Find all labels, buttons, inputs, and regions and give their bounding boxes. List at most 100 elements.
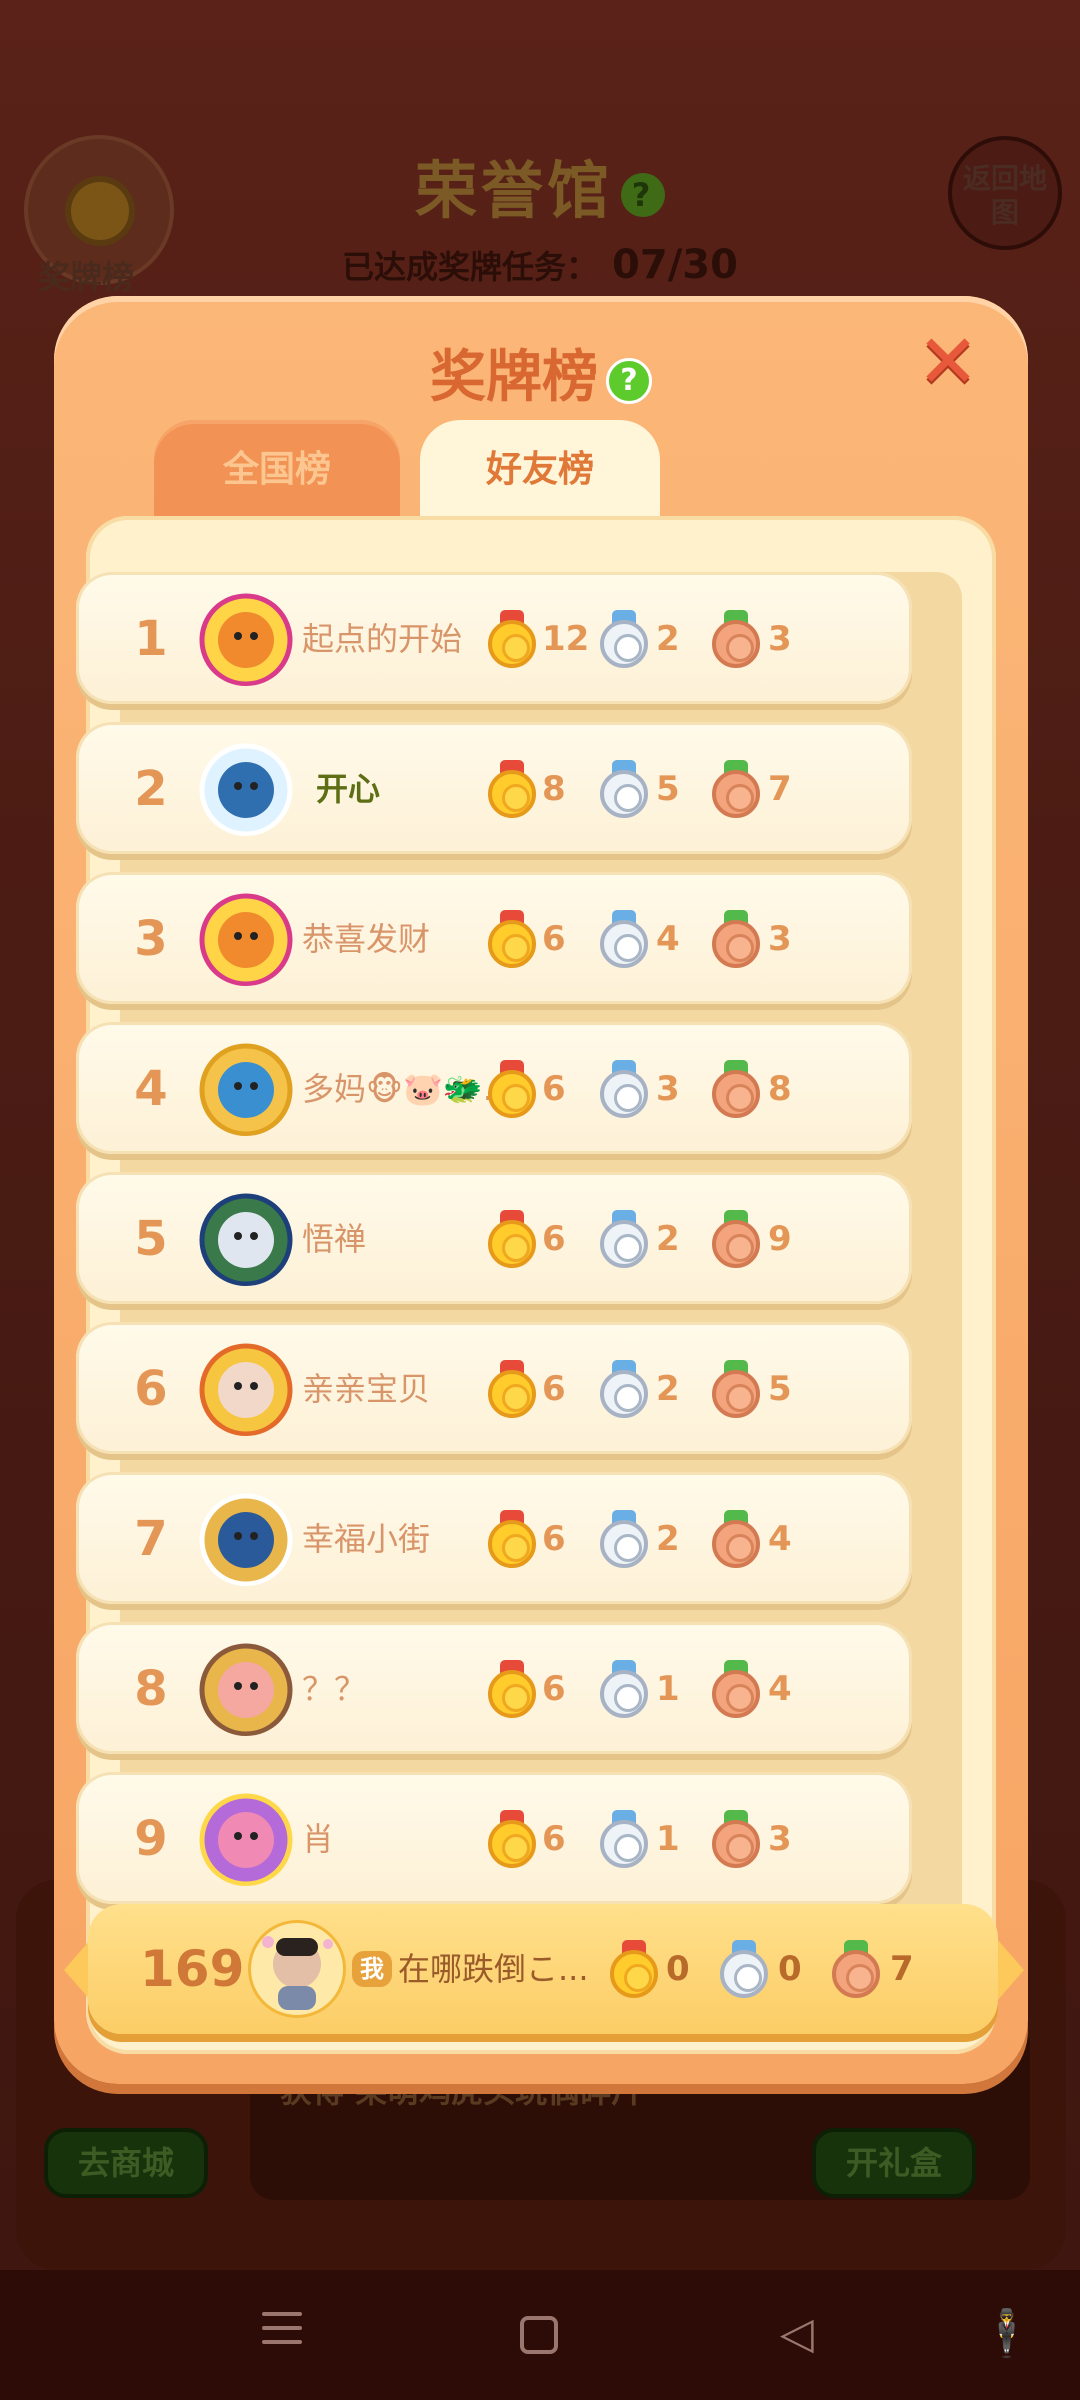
medal-task-progress: 已达成奖牌任务： 07/30: [0, 242, 1080, 288]
page-title-text: 荣誉馆: [414, 154, 613, 227]
gold-count: 6: [542, 1219, 566, 1259]
help-icon[interactable]: ?: [621, 172, 665, 217]
progress-value: 07/30: [612, 242, 738, 288]
cloud-bird-avatar[interactable]: [198, 740, 294, 836]
bronze-medal-icon: [710, 610, 762, 670]
statue-photo-avatar[interactable]: [198, 1190, 294, 1286]
penguin-avatar[interactable]: [198, 1490, 294, 1586]
silver-count: 5: [656, 769, 680, 809]
silver-medal-icon: [598, 760, 650, 820]
back-to-map-button[interactable]: 返回地图: [948, 136, 1062, 250]
tab-national[interactable]: 全国榜: [154, 420, 400, 516]
bronze-count: 3: [768, 1819, 792, 1859]
close-icon[interactable]: ✕: [912, 325, 984, 399]
bronze-medal-icon: [710, 760, 762, 820]
leaderboard-row[interactable]: 6 亲亲宝贝 6 2 5: [76, 1322, 912, 1454]
silver-medal-icon: [598, 1210, 650, 1270]
tab-friends[interactable]: 好友榜: [420, 420, 660, 516]
leaderboard-row[interactable]: 2 开心 8 5 7: [76, 722, 912, 854]
silver-count: 1: [656, 1669, 680, 1709]
leaderboard-row[interactable]: 1 起点的开始 12 2 3: [76, 572, 912, 704]
chick-4000-frame-avatar[interactable]: [198, 590, 294, 686]
accessibility-icon[interactable]: 🕴: [978, 2306, 1035, 2361]
gold-medal-icon: [608, 1940, 660, 2000]
back-icon[interactable]: ◁: [780, 2312, 814, 2356]
bronze-medal-icon: [830, 1940, 882, 2000]
rank-number: 8: [134, 1661, 168, 1717]
page-title: 荣誉馆?: [0, 140, 1080, 230]
open-gift-box-button[interactable]: 开礼盒: [812, 2128, 976, 2198]
bronze-count: 3: [768, 619, 792, 659]
gold-medal-icon: [486, 1660, 538, 1720]
chick-4000-frame-avatar[interactable]: [198, 890, 294, 986]
rank-number: 3: [134, 911, 168, 967]
my-bronze-count: 7: [890, 1949, 914, 1989]
gold-medal-icon: [486, 1810, 538, 1870]
silver-count: 2: [656, 1519, 680, 1559]
gold-count: 6: [542, 919, 566, 959]
silver-medal-icon: [598, 1810, 650, 1870]
leaderboard-row[interactable]: 4 多妈🐵🐷🐲... 6 3 8: [76, 1022, 912, 1154]
gold-count: 6: [542, 1669, 566, 1709]
bronze-count: 3: [768, 919, 792, 959]
silver-count: 3: [656, 1069, 680, 1109]
modal-title: 奖牌榜?: [54, 332, 1028, 413]
silver-count: 2: [656, 1219, 680, 1259]
bronze-count: 9: [768, 1219, 792, 1259]
leaderboard-row[interactable]: 5 悟禅 6 2 9: [76, 1172, 912, 1304]
bronze-count: 7: [768, 769, 792, 809]
gold-count: 6: [542, 1819, 566, 1859]
rank-number: 5: [134, 1211, 168, 1267]
pink-octopus-avatar[interactable]: [198, 1790, 294, 1886]
gold-count: 6: [542, 1069, 566, 1109]
bronze-count: 5: [768, 1369, 792, 1409]
menu-icon[interactable]: [262, 2312, 302, 2354]
bronze-medal-icon: [710, 910, 762, 970]
silver-medal-icon: [598, 1360, 650, 1420]
rank-number: 6: [134, 1361, 168, 1417]
go-shop-button[interactable]: 去商城: [44, 2128, 208, 2198]
help-icon[interactable]: ?: [606, 357, 652, 404]
silver-medal-icon: [598, 1060, 650, 1120]
me-badge: 我: [352, 1951, 392, 1987]
bronze-medal-icon: [710, 1060, 762, 1120]
leaderboard-row[interactable]: 7 幸福小街 6 2 4: [76, 1472, 912, 1604]
silver-count: 2: [656, 1369, 680, 1409]
leaderboard-row[interactable]: 8 ？？ 6 1 4: [76, 1622, 912, 1754]
gold-medal-icon: [486, 760, 538, 820]
my-silver-count: 0: [778, 1949, 802, 1989]
my-name: 在哪跌倒こ...: [398, 1950, 589, 1988]
gold-medal-icon: [486, 1510, 538, 1570]
gold-count: 6: [542, 1519, 566, 1559]
baby-photo-avatar[interactable]: [198, 1340, 294, 1436]
gold-count: 8: [542, 769, 566, 809]
my-row-right-arrow: [996, 1938, 1024, 2002]
bronze-medal-icon: [710, 1210, 762, 1270]
silver-medal-icon: [718, 1940, 770, 2000]
silver-count: 2: [656, 619, 680, 659]
gold-medal-icon: [486, 1360, 538, 1420]
bronze-count: 8: [768, 1069, 792, 1109]
bronze-count: 4: [768, 1519, 792, 1559]
pig-avatar[interactable]: [198, 1640, 294, 1736]
my-avatar: [248, 1920, 346, 2018]
bronze-medal-icon: [710, 1810, 762, 1870]
silver-count: 4: [656, 919, 680, 959]
modal-title-text: 奖牌榜: [430, 345, 598, 410]
my-rank-row[interactable]: 169 我 在哪跌倒こ... 0 0 7: [88, 1904, 998, 2034]
rank-number: 7: [134, 1511, 168, 1567]
ox-avatar[interactable]: [198, 1040, 294, 1136]
home-icon[interactable]: [520, 2316, 558, 2354]
rank-number: 4: [134, 1061, 168, 1117]
progress-label: 已达成奖牌任务：: [342, 248, 599, 286]
bronze-medal-icon: [710, 1360, 762, 1420]
bronze-count: 4: [768, 1669, 792, 1709]
leaderboard-row[interactable]: 9 肖 6 1 3: [76, 1772, 912, 1904]
silver-medal-icon: [598, 1660, 650, 1720]
gold-medal-icon: [486, 910, 538, 970]
rank-number: 1: [134, 611, 168, 667]
silver-medal-icon: [598, 910, 650, 970]
leaderboard-row[interactable]: 3 恭喜发财 6 4 3: [76, 872, 912, 1004]
silver-medal-icon: [598, 610, 650, 670]
back-to-map-label: 返回地图: [962, 162, 1047, 229]
